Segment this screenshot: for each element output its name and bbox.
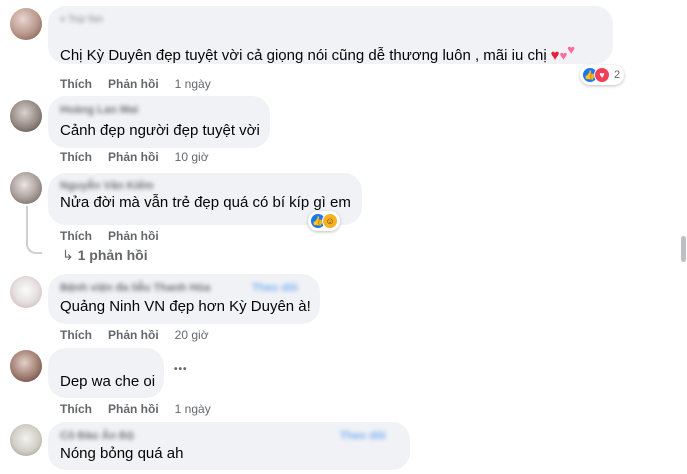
haha-reaction-icon: ☺ xyxy=(322,213,338,229)
avatar[interactable] xyxy=(10,424,42,456)
like-button[interactable]: Thích xyxy=(60,402,92,416)
love-reaction-icon: ♥ xyxy=(594,67,610,83)
commenter-name[interactable]: Hoàng Lan Mai xyxy=(60,104,138,116)
reaction-summary[interactable]: 👍 ♥ 2 xyxy=(580,65,625,85)
comment-actions: Thích Phản hồi xyxy=(60,229,175,243)
comment-text: Chị Kỳ Duyên đẹp tuyệt vời cả giọng nói … xyxy=(60,42,576,64)
like-button[interactable]: Thích xyxy=(60,328,92,342)
comment-time[interactable]: 10 giờ xyxy=(175,150,209,164)
top-fan-badge: ♦ Top fan xyxy=(60,14,104,25)
comment-actions: Thích Phản hồi 1 ngày xyxy=(60,77,227,91)
scrollbar-thumb[interactable] xyxy=(681,236,686,262)
like-button[interactable]: Thích xyxy=(60,77,92,91)
like-button[interactable]: Thích xyxy=(60,150,92,164)
reply-button[interactable]: Phản hồi xyxy=(108,328,159,342)
comment-actions: Thích Phản hồi 10 giờ xyxy=(60,150,225,164)
avatar[interactable] xyxy=(10,350,42,382)
reply-button[interactable]: Phản hồi xyxy=(108,402,159,416)
comment-time[interactable]: 1 ngày xyxy=(175,77,211,91)
avatar[interactable] xyxy=(10,100,42,132)
comment-text: Cảnh đẹp người đẹp tuyệt vời xyxy=(60,122,260,139)
follow-link[interactable]: Theo dõi xyxy=(340,430,386,442)
view-replies-link[interactable]: ↳ 1 phản hồi xyxy=(62,247,148,264)
more-options-button[interactable]: ••• xyxy=(174,364,188,375)
follow-link[interactable]: Theo dõi xyxy=(252,282,298,294)
reply-arrow-icon: ↳ xyxy=(62,247,74,263)
comment-actions: Thích Phản hồi 20 giờ xyxy=(60,328,225,342)
reply-button[interactable]: Phản hồi xyxy=(108,77,159,91)
commenter-name[interactable]: Bệnh viện đa liễu Thanh Hóa xyxy=(60,282,210,294)
badge-icon: ♦ xyxy=(60,14,66,25)
thread-line-curve xyxy=(26,240,42,254)
comment-text: Nửa đời mà vẫn trẻ đẹp quá có bí kíp gì … xyxy=(60,194,351,211)
avatar[interactable] xyxy=(10,8,42,40)
like-button[interactable]: Thích xyxy=(60,229,92,243)
reply-button[interactable]: Phản hồi xyxy=(108,150,159,164)
avatar[interactable] xyxy=(10,276,42,308)
commenter-name[interactable]: Cô Đào Ấn Độ xyxy=(60,430,134,442)
comment-time[interactable]: 20 giờ xyxy=(175,328,209,342)
comment-actions: Thích Phản hồi 1 ngày xyxy=(60,402,227,416)
comment-text: Nóng bỏng quá ah xyxy=(60,445,184,462)
avatar[interactable] xyxy=(10,172,42,204)
reply-button[interactable]: Phản hồi xyxy=(108,229,159,243)
comment-text: Quảng Ninh VN đẹp hơn Kỳ Duyên à! xyxy=(60,298,311,315)
comment-time[interactable]: 1 ngày xyxy=(175,402,211,416)
reaction-summary[interactable]: 👍 ☺ xyxy=(308,211,340,231)
reaction-count: 2 xyxy=(614,69,621,81)
commenter-name[interactable]: Nguyễn Văn Kiểm xyxy=(60,180,154,192)
comment-text: Dep wa che oi xyxy=(60,373,156,390)
hearts-emoji-icon: ♥♥♥ xyxy=(550,42,576,64)
